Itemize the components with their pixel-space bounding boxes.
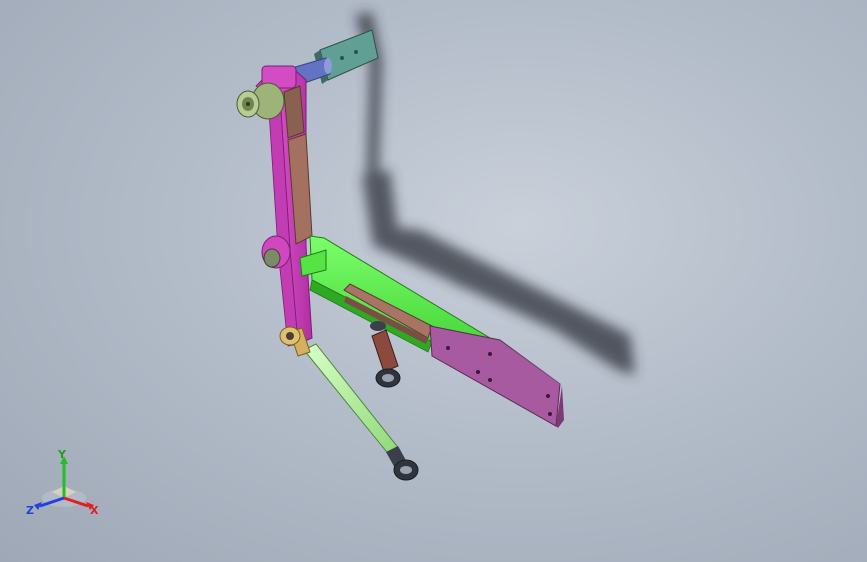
y-axis-label: Y <box>58 448 66 461</box>
axis-triad: Y X Z <box>24 448 110 524</box>
x-axis-label: X <box>90 504 99 517</box>
motor-hub[interactable] <box>236 82 285 120</box>
cad-viewport[interactable]: Y X Z <box>0 0 867 562</box>
assembly-model[interactable] <box>0 0 867 562</box>
z-axis-label: Z <box>26 504 34 517</box>
diagonal-link-rod[interactable] <box>279 326 419 481</box>
elbow-joint[interactable] <box>261 235 291 269</box>
end-plate[interactable] <box>429 325 564 428</box>
